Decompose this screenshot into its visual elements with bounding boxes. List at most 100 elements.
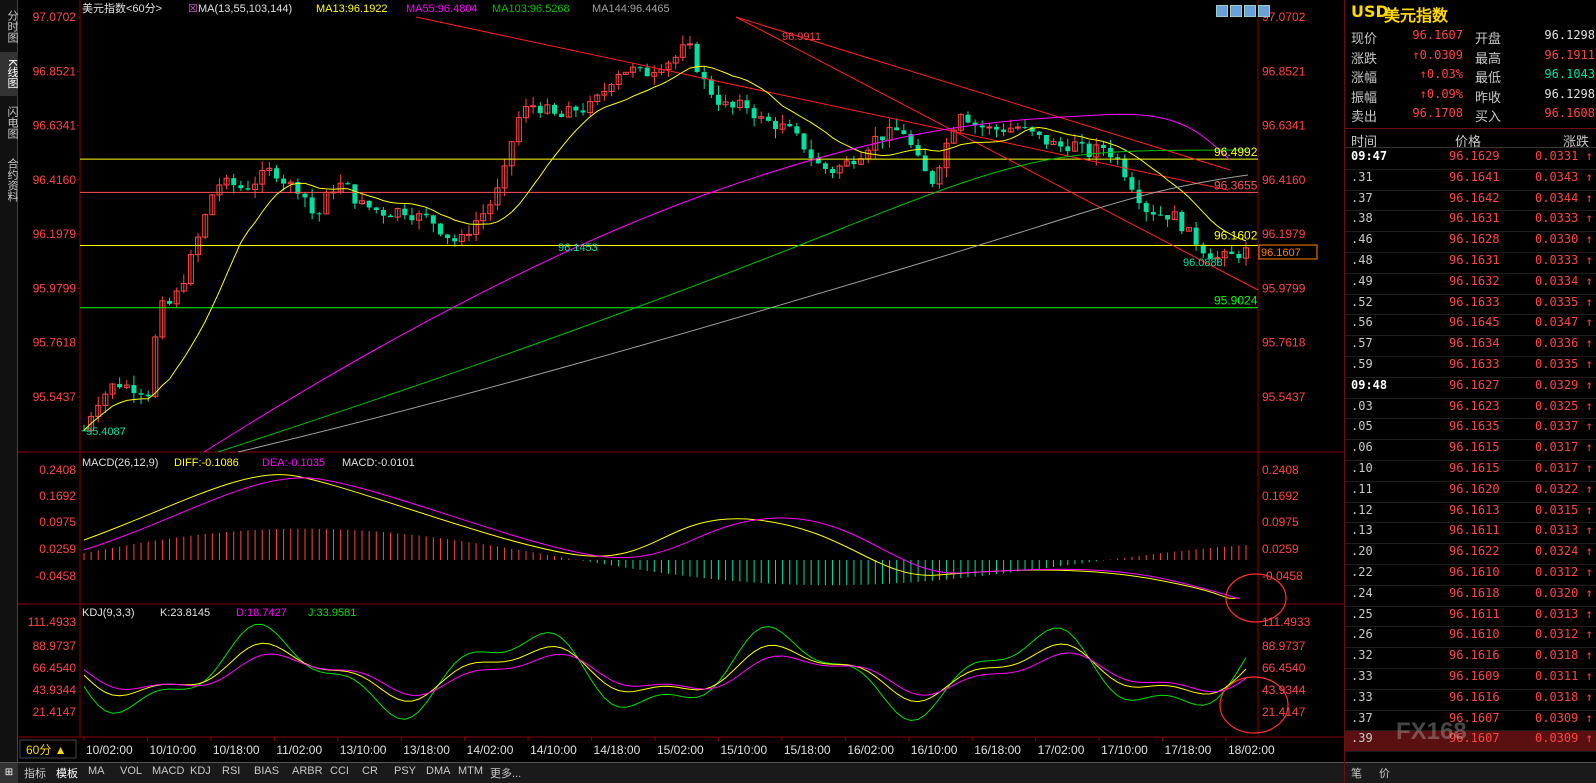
tab-kline[interactable]: K线图: [0, 52, 19, 96]
tick-change: 0.0309 ↑: [1535, 710, 1593, 725]
candle-body: [117, 383, 123, 388]
indicator-tab[interactable]: ARBR: [292, 765, 323, 777]
candle-body: [423, 213, 429, 216]
macd-value: MACD:-0.0101: [342, 457, 415, 469]
tick-price: 96.1610: [1449, 565, 1500, 579]
indicator-tab[interactable]: KDJ: [190, 765, 211, 777]
tick-price: 96.1641: [1449, 169, 1500, 184]
ma55-value: MA55:96.4804: [406, 3, 478, 15]
tick-time: .38: [1351, 211, 1373, 226]
time-tick: 14/02:00: [467, 743, 514, 757]
tick-row: .38 96.1631 0.0333 ↑: [1345, 211, 1596, 233]
price-tick-right: 96.8521: [1262, 64, 1306, 78]
tab-flash-chart[interactable]: 闪电图: [0, 100, 19, 144]
tick-header-price: 价格: [1455, 135, 1482, 150]
macd-diff-line: [83, 474, 1241, 599]
tick-row: .48 96.1631 0.0333 ↑: [1345, 253, 1596, 274]
tick-row: .22 96.1610 0.0312 ↑: [1345, 565, 1596, 586]
candle-body: [131, 385, 137, 394]
candle-body: [1036, 131, 1042, 135]
tick-row: .26 96.1610 0.0312 ↑: [1345, 627, 1596, 649]
candle-body: [808, 149, 814, 159]
time-tick: 13/10:00: [340, 743, 387, 757]
tick-price: 96.1618: [1449, 585, 1500, 600]
tick-price: 96.1635: [1449, 419, 1500, 434]
tick-price: 96.1632: [1449, 273, 1500, 288]
indicator-tab[interactable]: VOL: [120, 765, 142, 777]
indicator-tab[interactable]: MACD: [152, 765, 184, 777]
quote-value: 96.1607: [1412, 28, 1463, 42]
scroll-icon[interactable]: [1244, 5, 1256, 17]
kdj-tick-right: 88.9737: [1262, 639, 1306, 653]
indicator-tab[interactable]: PSY: [394, 765, 416, 777]
candle-body: [1043, 134, 1049, 145]
tick-time: .52: [1351, 294, 1373, 309]
zoom-out-icon[interactable]: [1230, 5, 1242, 17]
tick-change: 0.0318 ↑: [1535, 648, 1593, 663]
tick-row: .52 96.1633 0.0335 ↑: [1345, 295, 1596, 316]
quote-label: 买入: [1475, 110, 1502, 126]
tick-price: 96.1633: [1449, 357, 1500, 371]
level-label-green: 95.9024: [1214, 294, 1258, 308]
tick-change: 0.0335 ↑: [1535, 357, 1593, 371]
indicator-tab[interactable]: MA: [88, 765, 105, 777]
macd-tick-right: 0.0975: [1262, 515, 1299, 529]
time-tick: 11/02:00: [276, 743, 322, 757]
tick-price: 96.1616: [1449, 689, 1500, 704]
tick-price: 96.1620: [1449, 481, 1500, 496]
tick-header-time: 时间: [1351, 135, 1378, 150]
candle-body: [1065, 146, 1071, 152]
time-tick: 17/10:00: [1101, 743, 1148, 757]
indicator-tab[interactable]: CR: [362, 765, 378, 777]
indicator-tab[interactable]: 模板: [56, 765, 78, 781]
kdj-tick-left: 111.4933: [28, 615, 77, 629]
indicator-tab[interactable]: RSI: [222, 765, 240, 777]
tab-price[interactable]: 价: [1379, 765, 1390, 781]
quote-value: 96.1708: [1412, 106, 1463, 121]
zoom-in-icon[interactable]: [1216, 5, 1228, 17]
quote-label: 昨收: [1475, 90, 1502, 106]
price-tick-left: 96.1979: [33, 227, 77, 241]
tick-row: .20 96.1622 0.0324 ↑: [1345, 544, 1596, 565]
tab-time-sharing[interactable]: 分时图: [0, 4, 19, 48]
kline-chart[interactable]: 97.0702 96.8521 96.6341 96.4160 96.1979 95.97…: [18, 0, 1344, 762]
indicator-tab[interactable]: BIAS: [254, 765, 279, 777]
candle-body: [373, 207, 379, 210]
candle-body: [965, 114, 971, 123]
tick-change: 0.0335 ↑: [1535, 294, 1593, 309]
quote-label: 最低: [1475, 71, 1502, 87]
candle-body: [345, 183, 351, 185]
price-tick-left: 96.6341: [33, 119, 77, 133]
indicator-tab[interactable]: DMA: [426, 765, 450, 777]
tab-contract-info[interactable]: 合约资料: [0, 150, 19, 210]
indicator-tab[interactable]: 指标: [24, 765, 46, 781]
candle-body: [1236, 253, 1242, 259]
settings-icon[interactable]: [1258, 5, 1270, 17]
annotation-mid-low: 96.1453: [558, 242, 598, 254]
candle-body: [715, 94, 721, 105]
tick-change: 0.0331 ↑: [1535, 149, 1593, 163]
quote-label: 卖出: [1351, 110, 1378, 126]
level-label-mid: 96.1602: [1214, 229, 1258, 243]
tick-time: .25: [1351, 606, 1373, 621]
tab-ticks[interactable]: 笔: [1351, 765, 1362, 781]
tick-row: .13 96.1611 0.0313 ↑: [1345, 523, 1596, 545]
tick-time: .03: [1351, 398, 1373, 413]
macd-dea: DEA:-0.1035: [262, 457, 325, 469]
annotation-last-low: 96.0888: [1183, 257, 1223, 269]
candle-body: [765, 116, 771, 121]
indicator-tab[interactable]: MTM: [458, 765, 483, 777]
indicator-tab[interactable]: CCI: [330, 765, 349, 777]
macd-tick-right: -0.0458: [1262, 569, 1303, 583]
tick-time: .37: [1351, 710, 1373, 725]
tick-time: 09:48: [1351, 377, 1388, 392]
price-tick-left: 97.0702: [33, 10, 77, 24]
candle-body: [465, 233, 472, 236]
tick-time: .32: [1351, 648, 1373, 663]
indicator-tab[interactable]: 更多...: [490, 765, 521, 781]
tick-change: 0.0309 ↑: [1535, 731, 1593, 746]
tick-change: 0.0336 ↑: [1535, 336, 1593, 351]
tick-price: 96.1631: [1449, 211, 1500, 226]
tick-time: .05: [1351, 419, 1373, 434]
candle-body: [245, 188, 251, 190]
